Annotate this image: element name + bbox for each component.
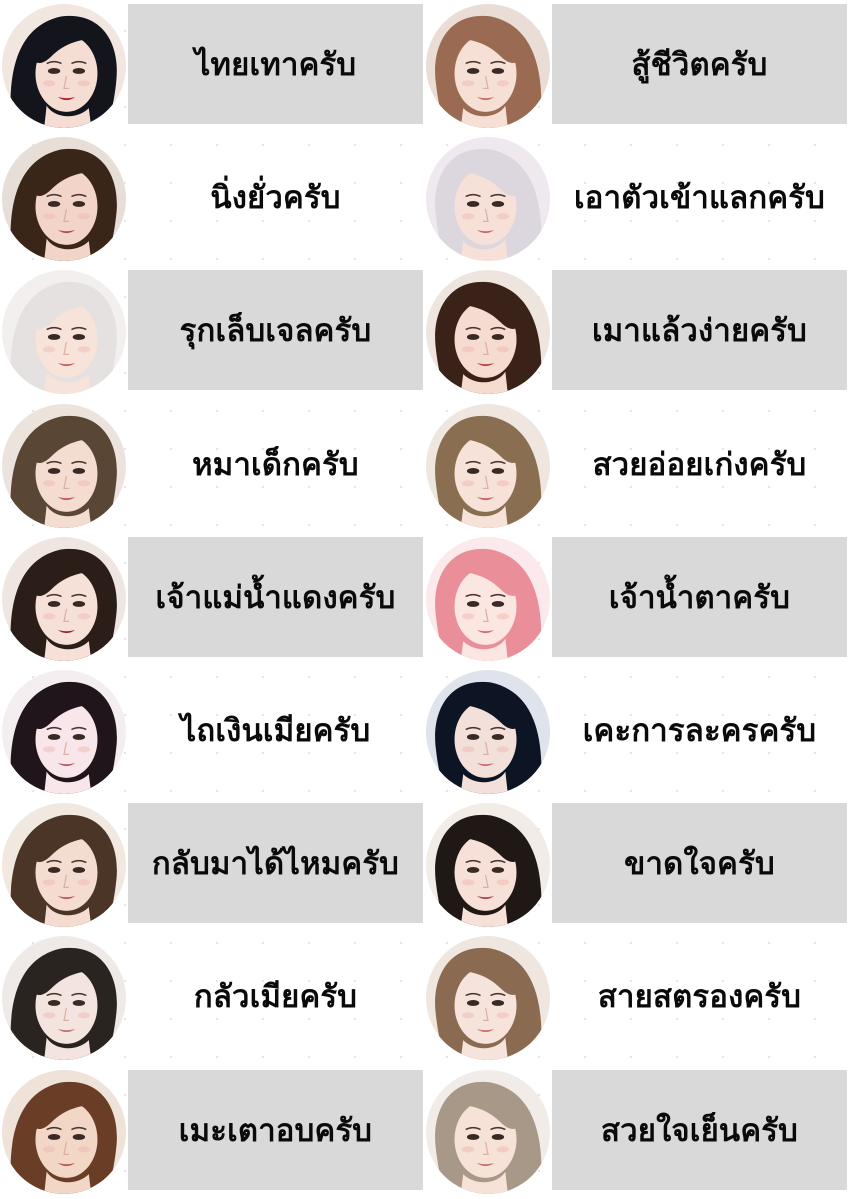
portrait-svg: [426, 137, 550, 262]
character-card: สู้ชีวิตครับ: [424, 0, 848, 133]
portrait-svg: [2, 403, 126, 528]
avatar-icon: [2, 403, 126, 528]
avatar-icon: [2, 1069, 126, 1194]
portrait-svg: [2, 1069, 126, 1194]
character-label: ไทยเทาครับ: [194, 47, 357, 83]
character-grid: ไทยเทาครับ สู้ชีวิตครับ นิ่งยั่วครับ เอา…: [0, 0, 848, 1199]
character-card: ขาดใจครับ: [424, 799, 848, 932]
character-label: กลัวเมียครับ: [193, 979, 358, 1016]
avatar-icon: [2, 803, 126, 928]
character-label: ไถเงินเมียครับ: [180, 712, 371, 749]
label-box: ไทยเทาครับ: [128, 4, 423, 124]
avatar-icon: [2, 4, 126, 128]
avatar-icon: [426, 1069, 550, 1194]
character-card: สวยใจเย็นครับ: [424, 1066, 848, 1199]
character-label: เจ้าน้ำตาครับ: [608, 579, 791, 616]
portrait-svg: [426, 403, 550, 528]
avatar-icon: [426, 270, 550, 395]
character-card: เจ้าแม่น้ำแดงครับ: [0, 533, 424, 666]
character-card: เคะการละครครับ: [424, 666, 848, 799]
character-card: ไถเงินเมียครับ: [0, 666, 424, 799]
character-card: สายสตรองครับ: [424, 932, 848, 1065]
portrait-svg: [2, 270, 126, 395]
label-box: นิ่งยั่วครับ: [128, 137, 423, 257]
label-box: สายสตรองครับ: [552, 936, 847, 1056]
character-label: นิ่งยั่วครับ: [210, 180, 341, 217]
portrait-svg: [2, 936, 126, 1061]
character-label: สวยใจเย็นครับ: [600, 1112, 798, 1149]
label-box: เจ้าแม่น้ำแดงครับ: [128, 536, 423, 657]
character-card: เมาแล้วง่ายครับ: [424, 266, 848, 399]
character-card: กลับมาได้ไหมครับ: [0, 799, 424, 932]
character-card: สวยอ่อยเก่งครับ: [424, 400, 848, 533]
portrait-svg: [426, 4, 550, 128]
label-box: สวยใจเย็นครับ: [552, 1069, 847, 1190]
character-card: เจ้าน้ำตาครับ: [424, 533, 848, 666]
portrait-svg: [2, 803, 126, 928]
avatar-icon: [426, 137, 550, 262]
portrait-svg: [426, 1069, 550, 1194]
portrait-svg: [2, 669, 126, 794]
label-box: สวยอ่อยเก่งครับ: [552, 404, 847, 524]
avatar-icon: [426, 403, 550, 528]
portrait-svg: [426, 803, 550, 928]
label-box: กลัวเมียครับ: [128, 936, 423, 1056]
label-box: เมะเตาอบครับ: [128, 1069, 423, 1190]
label-box: รุกเล็บเจลครับ: [128, 270, 423, 391]
character-card: เอาตัวเข้าแลกครับ: [424, 133, 848, 266]
avatar-icon: [426, 936, 550, 1061]
character-label: สวยอ่อยเก่งครับ: [592, 446, 807, 483]
avatar-icon: [2, 669, 126, 794]
character-card: ไทยเทาครับ: [0, 0, 424, 133]
character-label: ขาดใจครับ: [624, 846, 775, 883]
label-box: เคะการละครครับ: [552, 670, 847, 790]
avatar-icon: [426, 669, 550, 794]
portrait-svg: [2, 536, 126, 661]
portrait-svg: [426, 270, 550, 395]
character-label: เอาตัวเข้าแลกครับ: [574, 180, 825, 217]
avatar-icon: [426, 803, 550, 928]
character-label: หมาเด็กครับ: [192, 446, 359, 483]
label-box: ไถเงินเมียครับ: [128, 670, 423, 790]
character-card: หมาเด็กครับ: [0, 400, 424, 533]
character-card: รุกเล็บเจลครับ: [0, 266, 424, 399]
avatar-icon: [426, 536, 550, 661]
character-label: รุกเล็บเจลครับ: [179, 313, 372, 350]
avatar-icon: [2, 936, 126, 1061]
label-box: กลับมาได้ไหมครับ: [128, 803, 423, 924]
portrait-svg: [2, 137, 126, 262]
avatar-icon: [426, 4, 550, 128]
character-card: นิ่งยั่วครับ: [0, 133, 424, 266]
portrait-svg: [426, 536, 550, 661]
portrait-svg: [2, 4, 126, 128]
character-label: สู้ชีวิตครับ: [631, 47, 768, 83]
avatar-icon: [2, 137, 126, 262]
label-box: ขาดใจครับ: [552, 803, 847, 924]
character-label: สายสตรองครับ: [597, 979, 802, 1016]
label-box: เอาตัวเข้าแลกครับ: [552, 137, 847, 257]
character-label: เคะการละครครับ: [582, 712, 817, 749]
label-box: เจ้าน้ำตาครับ: [552, 536, 847, 657]
character-label: เมะเตาอบครับ: [178, 1112, 373, 1149]
portrait-svg: [426, 936, 550, 1061]
character-label: เมาแล้วง่ายครับ: [592, 313, 807, 350]
avatar-icon: [2, 536, 126, 661]
character-label: กลับมาได้ไหมครับ: [151, 846, 400, 883]
portrait-svg: [426, 669, 550, 794]
character-card: กลัวเมียครับ: [0, 932, 424, 1065]
character-card: เมะเตาอบครับ: [0, 1066, 424, 1199]
label-box: สู้ชีวิตครับ: [552, 4, 847, 124]
avatar-icon: [2, 270, 126, 395]
label-box: เมาแล้วง่ายครับ: [552, 270, 847, 391]
label-box: หมาเด็กครับ: [128, 404, 423, 524]
character-label: เจ้าแม่น้ำแดงครับ: [155, 579, 396, 616]
